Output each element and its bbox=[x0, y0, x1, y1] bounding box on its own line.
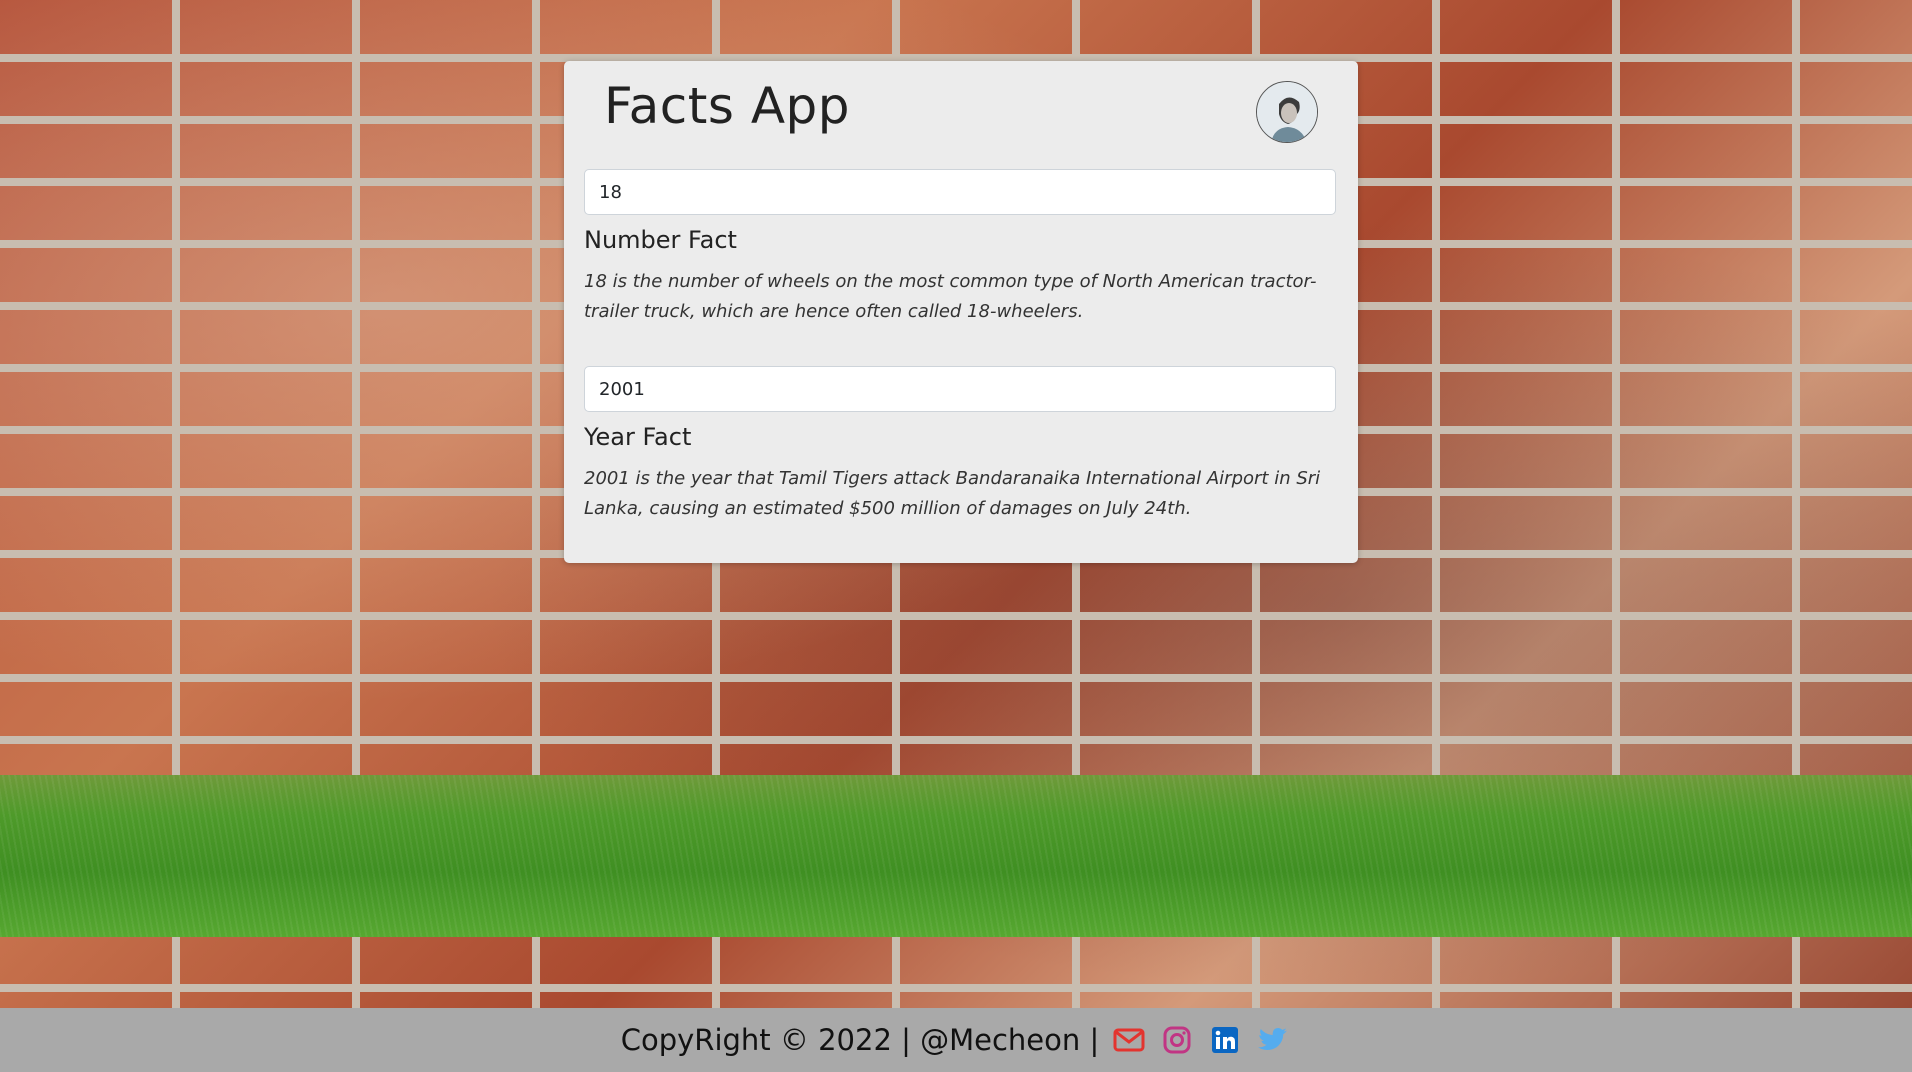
mail-icon[interactable] bbox=[1111, 1022, 1147, 1058]
year-input[interactable] bbox=[584, 366, 1336, 412]
copyright-text: CopyRight © 2022 | @Mecheon | bbox=[620, 1023, 1100, 1057]
background-grass bbox=[0, 775, 1912, 937]
twitter-icon[interactable] bbox=[1255, 1022, 1291, 1058]
app-title: Facts App bbox=[604, 77, 851, 135]
number-fact-heading: Number Fact bbox=[584, 226, 737, 254]
year-fact-text: 2001 is the year that Tamil Tigers attac… bbox=[584, 468, 1321, 519]
number-input[interactable] bbox=[584, 169, 1336, 215]
footer: CopyRight © 2022 | @Mecheon | bbox=[0, 1008, 1912, 1072]
person-icon bbox=[1257, 82, 1317, 142]
number-fact-text: 18 is the number of wheels on the most c… bbox=[584, 271, 1317, 322]
year-fact-heading: Year Fact bbox=[584, 423, 692, 451]
card-header: Facts App bbox=[584, 61, 1338, 169]
facts-card: Facts App Number Fact 18 is the number o… bbox=[564, 61, 1358, 563]
linkedin-icon[interactable] bbox=[1207, 1022, 1243, 1058]
instagram-icon[interactable] bbox=[1159, 1022, 1195, 1058]
avatar[interactable] bbox=[1256, 81, 1318, 143]
